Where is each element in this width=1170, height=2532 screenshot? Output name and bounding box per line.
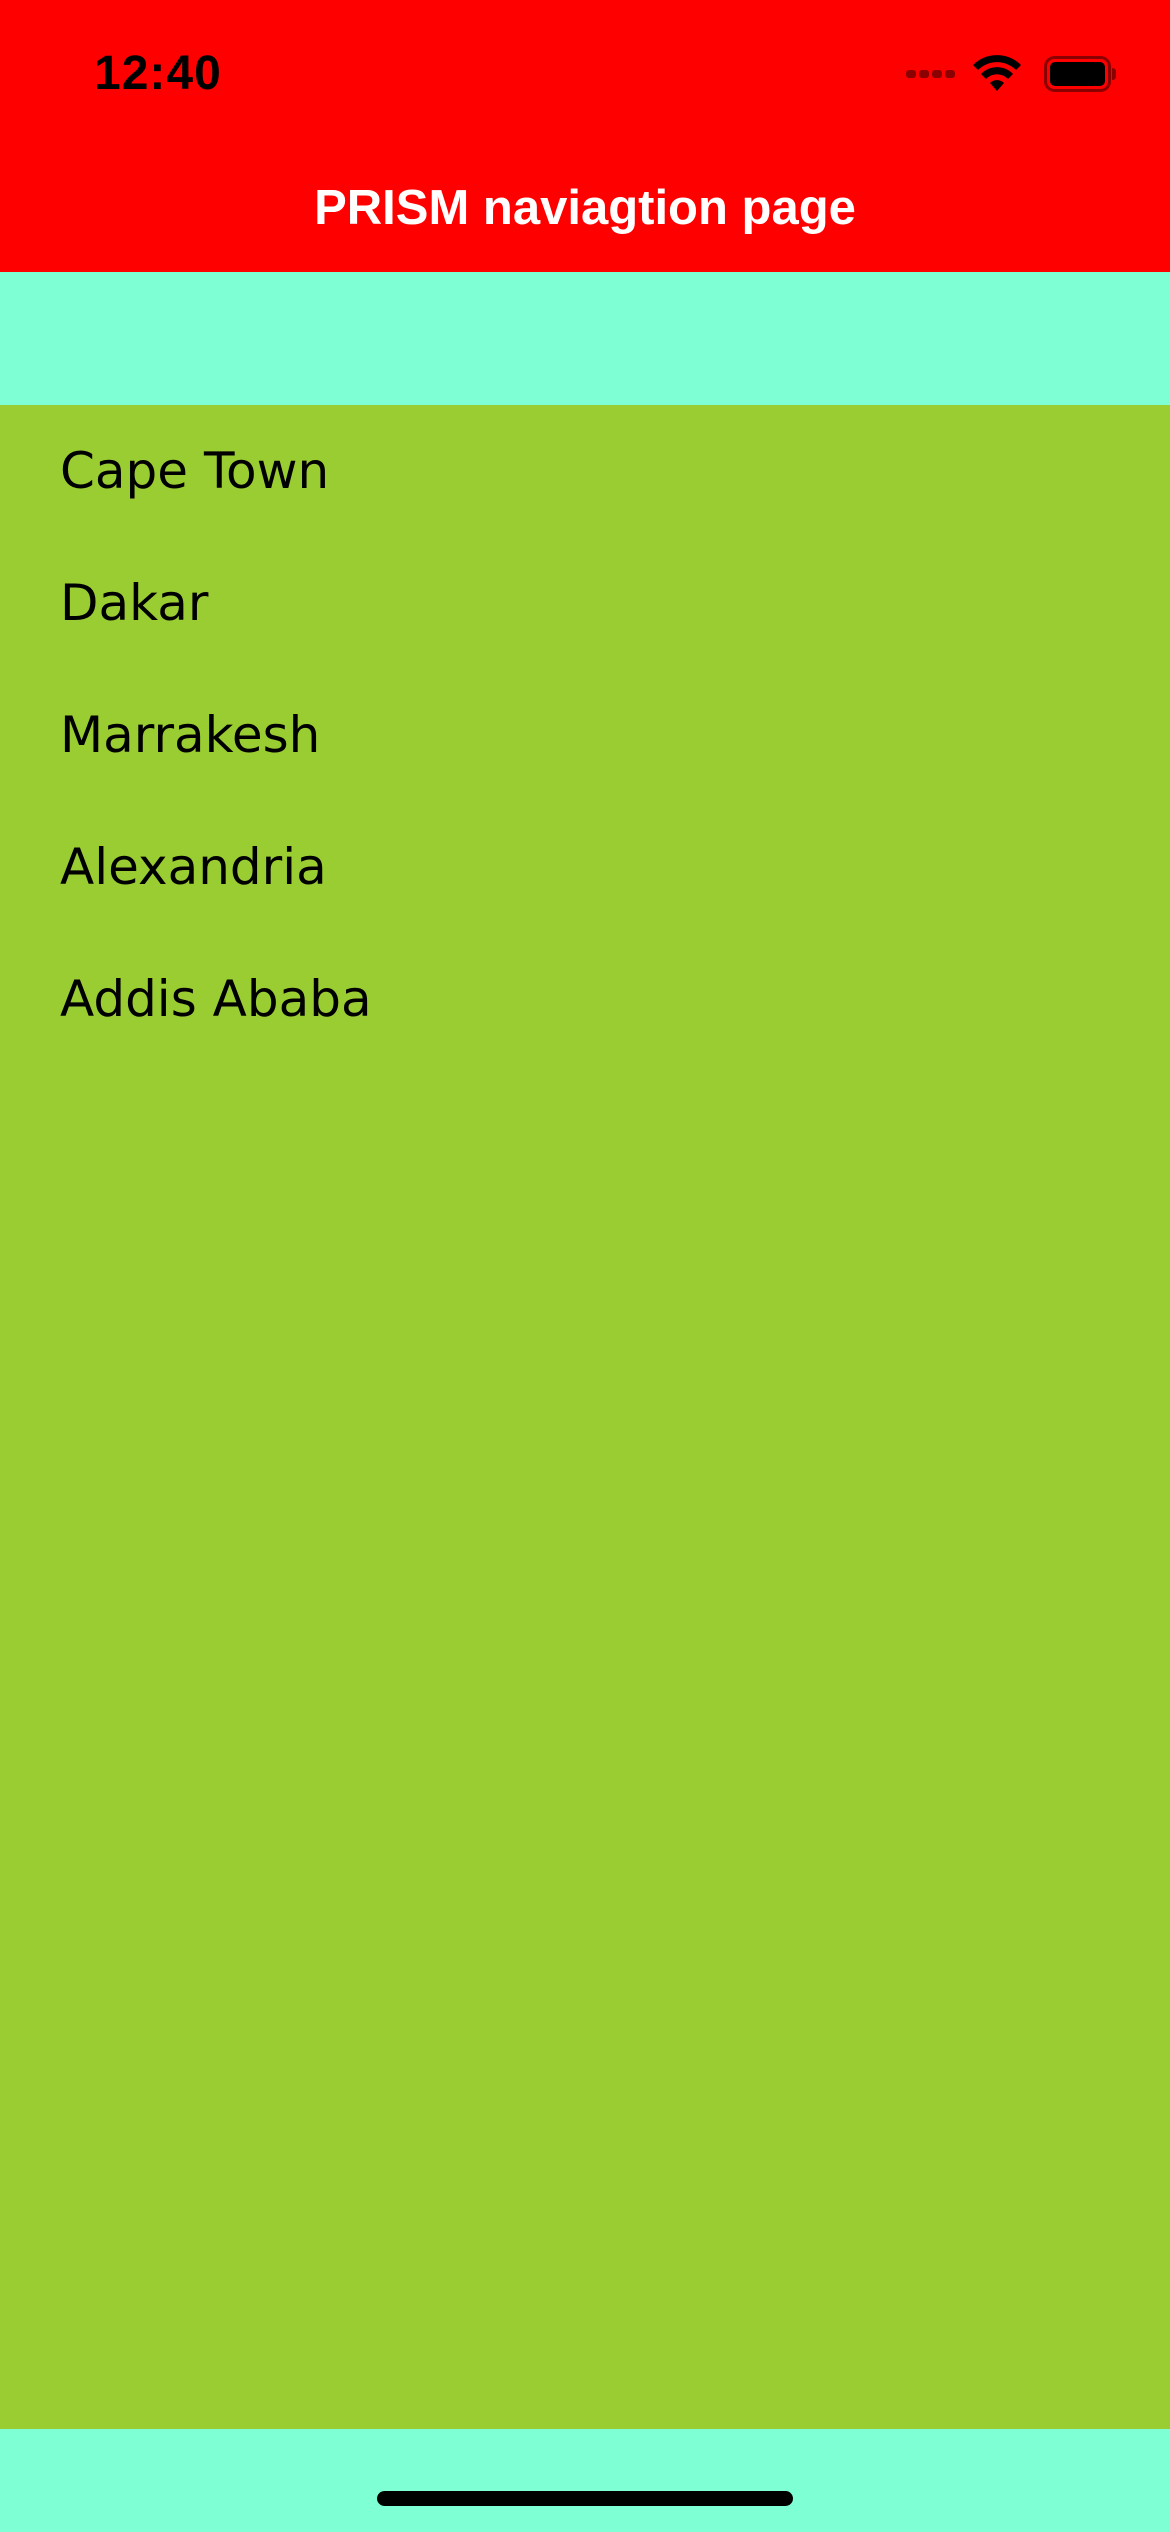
list-item-alexandria[interactable]: Alexandria [0,801,1170,933]
list-item-label: Cape Town [60,442,330,500]
battery-icon [1044,56,1116,92]
city-list: Cape Town Dakar Marrakesh Alexandria Add… [0,405,1170,2429]
app-screen: 12:40 PRISM naviagtion page Cape Town Da… [0,0,1170,2532]
header-spacer [0,272,1170,405]
list-item-label: Addis Ababa [60,970,372,1028]
status-icons [906,52,1118,96]
list-item-marrakesh[interactable]: Marrakesh [0,669,1170,801]
home-indicator[interactable] [377,2491,793,2506]
list-item-label: Marrakesh [60,706,321,764]
navigation-bar: PRISM naviagtion page [0,150,1170,272]
list-item-cape-town[interactable]: Cape Town [0,405,1170,537]
bottom-safe-area [0,2429,1170,2532]
cellular-signal-icon [906,70,958,78]
status-time: 12:40 [94,47,222,100]
list-item-dakar[interactable]: Dakar [0,537,1170,669]
page-title: PRISM naviagtion page [314,181,856,235]
list-item-addis-ababa[interactable]: Addis Ababa [0,933,1170,1065]
list-item-label: Dakar [60,574,209,632]
status-bar: 12:40 [0,0,1170,150]
wifi-icon [973,55,1021,91]
list-item-label: Alexandria [60,838,327,896]
